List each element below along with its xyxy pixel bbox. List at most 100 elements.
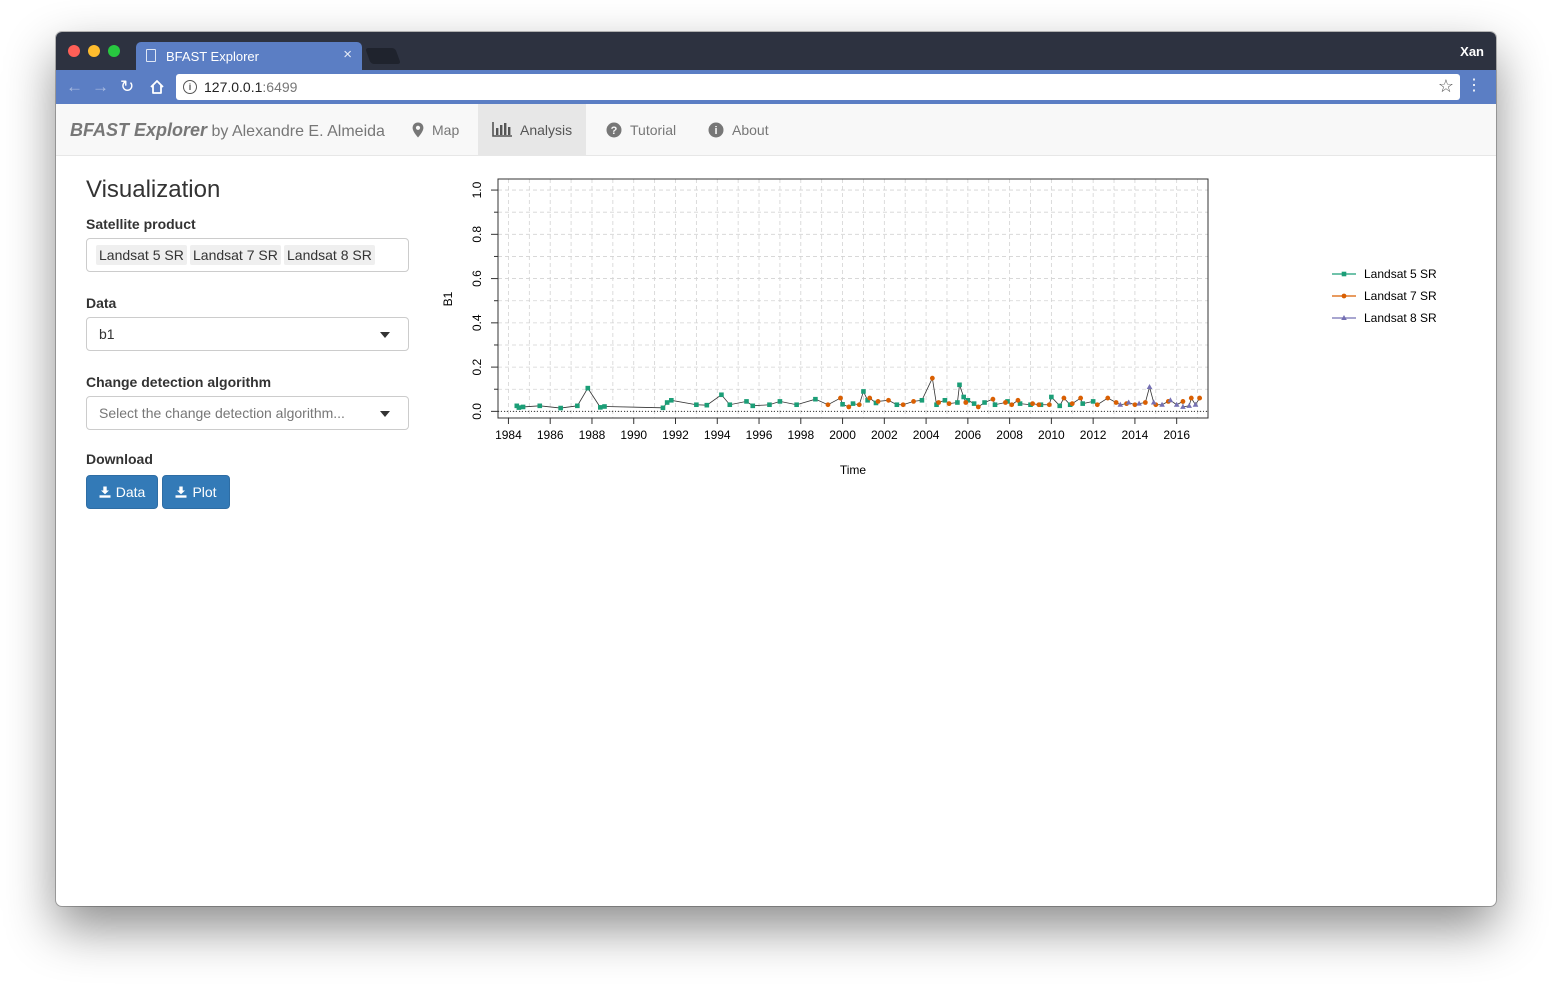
selected-chip[interactable]: Landsat 8 SR [284,245,375,265]
data-point-landsat-5-sr [794,402,799,408]
data-point-landsat-5-sr [585,385,591,391]
fullscreen-window-icon[interactable] [108,45,120,57]
data-point-landsat-5-sr [669,397,674,403]
data-point-landsat-7-sr [1015,397,1021,403]
data-point-landsat-5-sr [1090,399,1096,404]
data-point-landsat-5-sr [942,397,948,403]
data-point-landsat-5-sr [971,401,977,406]
data-point-landsat-7-sr [1009,402,1015,408]
browser-tab-strip: BFAST Explorer × Xan [56,32,1496,70]
data-select[interactable]: b1 [86,317,409,351]
nav-tab-label: Map [432,121,460,138]
data-point-landsat-7-sr [1094,402,1100,408]
nav-tab-label: About [732,121,769,138]
satellite-product-label: Satellite product [86,216,196,232]
data-point-landsat-7-sr [936,400,942,405]
tab-title: BFAST Explorer [166,49,259,64]
address-bar[interactable]: i 127.0.0.1:6499 ☆ [176,74,1460,100]
x-tick-label: 2002 [871,428,898,442]
data-point-landsat-5-sr [850,401,856,406]
data-point-landsat-7-sr [946,401,952,407]
legend-marker [1341,293,1347,299]
browser-menu-icon[interactable]: ⋮ [1466,76,1482,96]
browser-tab-active[interactable]: BFAST Explorer × [136,42,362,70]
legend-label: Landsat 8 SR [1364,311,1436,325]
data-point-landsat-7-sr [1069,401,1075,407]
back-arrow-icon[interactable]: ← [66,77,83,97]
data-point-landsat-7-sr [1105,395,1111,401]
site-info-icon[interactable]: i [183,80,197,94]
data-point-landsat-7-sr [838,395,843,401]
data-point-landsat-5-sr [955,400,960,405]
url-port: :6499 [262,79,298,95]
data-point-landsat-5-sr [516,405,522,410]
data-point-landsat-7-sr [1046,402,1052,408]
forward-arrow-icon[interactable]: → [92,77,109,97]
info-circle-icon: i [708,122,724,137]
nav-tab-tutorial[interactable]: ? Tutorial [592,104,690,155]
algorithm-select[interactable]: Select the change detection algorithm... [86,396,409,430]
data-point-landsat-7-sr [875,399,881,404]
x-tick-label: 1996 [746,428,773,442]
data-point-landsat-5-sr [1057,403,1063,409]
x-tick-label: 1998 [787,428,814,442]
svg-text:?: ? [611,125,618,137]
x-tick-label: 2006 [955,428,982,442]
bookmark-star-icon[interactable]: ☆ [1438,76,1454,97]
close-window-icon[interactable] [68,45,80,57]
page-icon [146,49,156,62]
data-point-landsat-7-sr [900,402,906,408]
browser-window: BFAST Explorer × Xan ← → ↻ i 127.0.0.1:6… [56,32,1496,906]
url-host: 127.0.0.1 [204,79,263,95]
profile-name[interactable]: Xan [1460,44,1484,59]
legend-marker [1341,271,1347,277]
home-icon[interactable] [149,79,165,95]
minimize-window-icon[interactable] [88,45,100,57]
data-point-landsat-7-sr [1061,395,1067,401]
satellite-product-select[interactable]: Landsat 5 SR Landsat 7 SR Landsat 8 SR [86,238,409,272]
app-navbar: BFAST Explorer by Alexandre E. Almeida M… [56,104,1496,156]
brand-author: by Alexandre E. Almeida [207,123,385,140]
data-point-landsat-8-sr [1186,402,1193,408]
data-point-landsat-5-sr [1049,394,1054,400]
selected-chip[interactable]: Landsat 5 SR [96,245,187,265]
series-layer [514,375,1203,411]
algorithm-select-placeholder: Select the change detection algorithm... [99,405,345,421]
x-tick-label: 2010 [1038,428,1065,442]
data-point-landsat-7-sr [846,404,852,410]
legend-label: Landsat 5 SR [1364,267,1436,281]
url-text[interactable]: 127.0.0.1:6499 [204,79,297,95]
selected-chip[interactable]: Landsat 7 SR [190,245,281,265]
data-point-landsat-5-sr [575,403,580,409]
data-point-landsat-5-sr [840,401,845,407]
browser-toolbar: ← → ↻ i 127.0.0.1:6499 ☆ ⋮ [56,70,1496,104]
data-point-landsat-5-sr [767,402,772,408]
data-select-value: b1 [99,326,115,342]
download-plot-button[interactable]: Plot [162,475,230,509]
x-tick-label: 1984 [495,428,522,442]
app-brand[interactable]: BFAST Explorer by Alexandre E. Almeida [70,120,385,141]
nav-tab-about[interactable]: i About [694,104,783,155]
data-point-landsat-7-sr [1180,399,1186,404]
nav-tab-label: Analysis [520,121,573,138]
chevron-down-icon [380,332,390,338]
time-series-plot: 1984 1986 1988 1990 1992 1994 1996 1998 2000 2002… [436,174,1437,494]
reload-icon[interactable]: ↻ [120,77,134,97]
y-tick-label: 0.4 [470,314,484,331]
tab-close-icon[interactable]: × [343,47,352,63]
data-point-landsat-5-sr [894,402,900,408]
data-point-landsat-5-sr [520,404,526,410]
nav-tab-analysis[interactable]: Analysis [478,104,587,155]
data-point-landsat-5-sr [660,405,666,411]
new-tab-button[interactable] [365,48,401,64]
x-tick-label: 1992 [662,428,689,442]
download-data-button[interactable]: Data [86,475,158,509]
data-point-landsat-7-sr [1003,400,1008,405]
x-tick-label: 1994 [704,428,731,442]
data-point-landsat-7-sr [990,396,996,402]
data-point-landsat-7-sr [1036,402,1042,408]
nav-tab-map[interactable]: Map [398,104,473,155]
data-point-landsat-5-sr [992,402,998,408]
x-tick-label: 2016 [1163,428,1190,442]
x-tick-label: 2000 [829,428,856,442]
